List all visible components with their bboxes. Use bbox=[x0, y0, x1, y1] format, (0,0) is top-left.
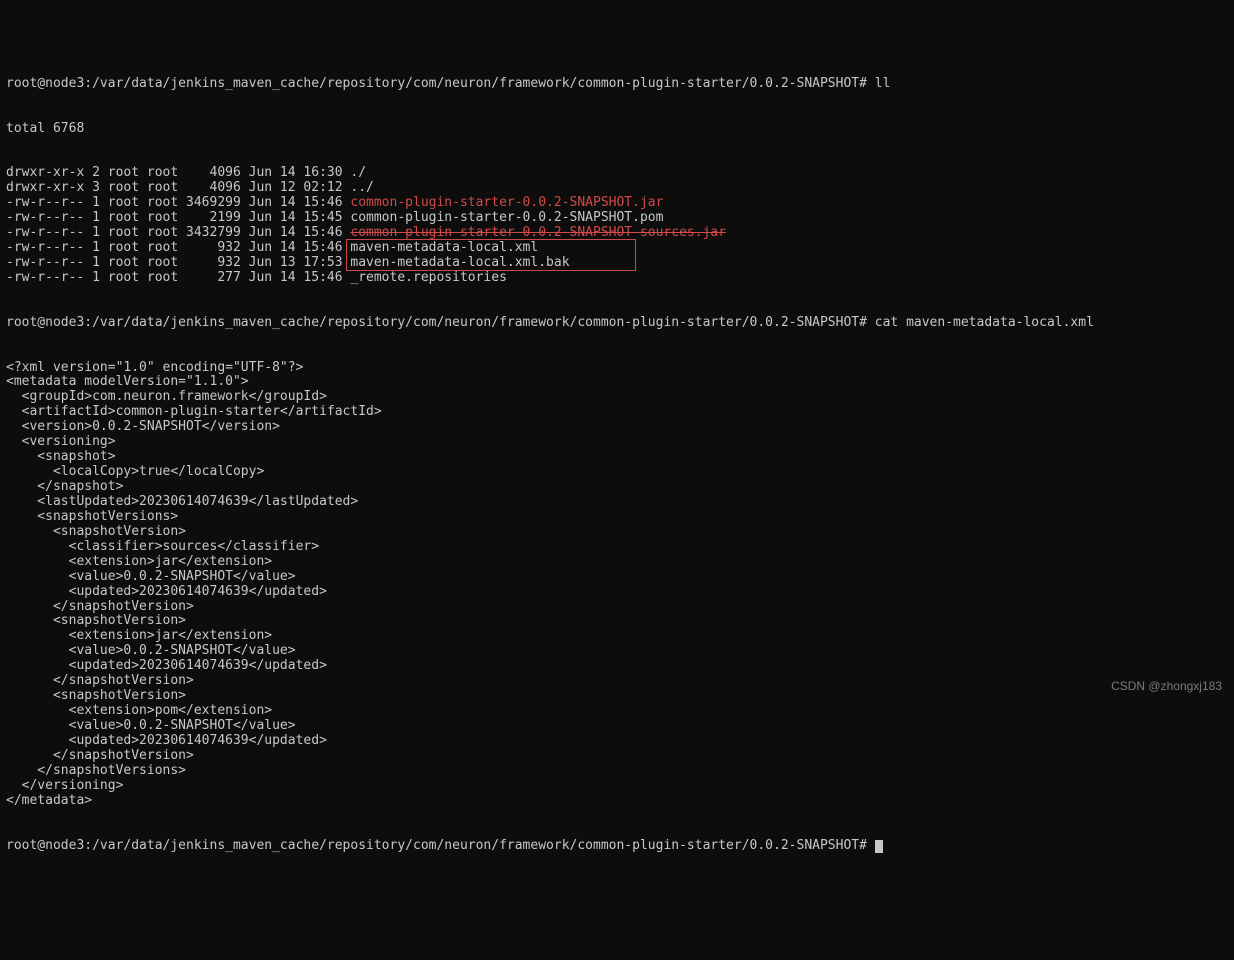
cmd-cat: cat maven-metadata-local.xml bbox=[875, 315, 1094, 330]
xml-line: </metadata> bbox=[6, 794, 1228, 809]
ls-row-meta: -rw-r--r-- 1 root root 3432799 Jun 14 15… bbox=[6, 225, 350, 240]
ls-row: -rw-r--r-- 1 root root 3432799 Jun 14 15… bbox=[6, 226, 1228, 241]
xml-line: <extension>jar</extension> bbox=[6, 629, 1228, 644]
xml-line: <extension>pom</extension> bbox=[6, 704, 1228, 719]
xml-line: <versioning> bbox=[6, 435, 1228, 450]
ls-filename: maven-metadata-local.xml.bak bbox=[350, 255, 569, 270]
ls-row: drwxr-xr-x 2 root root 4096 Jun 14 16:30… bbox=[6, 166, 1228, 181]
xml-line: <updated>20230614074639</updated> bbox=[6, 734, 1228, 749]
xml-line: </snapshotVersions> bbox=[6, 764, 1228, 779]
prompt-2: root@node3:/var/data/jenkins_maven_cache… bbox=[6, 315, 867, 330]
ls-filename: maven-metadata-local.xml bbox=[350, 240, 538, 255]
ls-row: -rw-r--r-- 1 root root 3469299 Jun 14 15… bbox=[6, 196, 1228, 211]
ls-row: -rw-r--r-- 1 root root 932 Jun 13 17:53 … bbox=[6, 256, 1228, 271]
ls-row: -rw-r--r-- 1 root root 277 Jun 14 15:46 … bbox=[6, 271, 1228, 286]
xml-line: <updated>20230614074639</updated> bbox=[6, 659, 1228, 674]
cursor bbox=[875, 840, 883, 853]
ls-row-meta: -rw-r--r-- 1 root root 2199 Jun 14 15:45 bbox=[6, 210, 350, 225]
ls-row-meta: -rw-r--r-- 1 root root 932 Jun 14 15:46 bbox=[6, 240, 350, 255]
xml-line: <snapshot> bbox=[6, 450, 1228, 465]
xml-line: <metadata modelVersion="1.1.0"> bbox=[6, 375, 1228, 390]
ls-filename: _remote.repositories bbox=[350, 270, 507, 285]
xml-line: <snapshotVersion> bbox=[6, 614, 1228, 629]
prompt-3: root@node3:/var/data/jenkins_maven_cache… bbox=[6, 838, 867, 853]
watermark: CSDN @zhongxj183 bbox=[1111, 680, 1222, 694]
xml-line: <version>0.0.2-SNAPSHOT</version> bbox=[6, 420, 1228, 435]
ls-row-meta: -rw-r--r-- 1 root root 932 Jun 13 17:53 bbox=[6, 255, 350, 270]
xml-line: <updated>20230614074639</updated> bbox=[6, 585, 1228, 600]
ls-filename: ../ bbox=[350, 180, 373, 195]
xml-line: <localCopy>true</localCopy> bbox=[6, 465, 1228, 480]
xml-line: <value>0.0.2-SNAPSHOT</value> bbox=[6, 719, 1228, 734]
total-line: total 6768 bbox=[6, 122, 1228, 137]
xml-line: <value>0.0.2-SNAPSHOT</value> bbox=[6, 644, 1228, 659]
ls-row-meta: -rw-r--r-- 1 root root 277 Jun 14 15:46 bbox=[6, 270, 350, 285]
ls-row: -rw-r--r-- 1 root root 932 Jun 14 15:46 … bbox=[6, 241, 1228, 256]
ls-row: drwxr-xr-x 3 root root 4096 Jun 12 02:12… bbox=[6, 181, 1228, 196]
xml-line: <classifier>sources</classifier> bbox=[6, 540, 1228, 555]
xml-line: <value>0.0.2-SNAPSHOT</value> bbox=[6, 570, 1228, 585]
xml-line: <?xml version="1.0" encoding="UTF-8"?> bbox=[6, 361, 1228, 376]
ls-row-meta: -rw-r--r-- 1 root root 3469299 Jun 14 15… bbox=[6, 195, 350, 210]
ls-filename: common-plugin-starter-0.0.2-SNAPSHOT.pom bbox=[350, 210, 663, 225]
xml-line: <snapshotVersion> bbox=[6, 689, 1228, 704]
terminal[interactable]: root@node3:/var/data/jenkins_maven_cache… bbox=[0, 47, 1234, 869]
xml-output: <?xml version="1.0" encoding="UTF-8"?><m… bbox=[6, 361, 1228, 809]
prompt-line-2: root@node3:/var/data/jenkins_maven_cache… bbox=[6, 316, 1228, 331]
ls-row-meta: drwxr-xr-x 3 root root 4096 Jun 12 02:12 bbox=[6, 180, 350, 195]
xml-line: <snapshotVersions> bbox=[6, 510, 1228, 525]
ls-listing: drwxr-xr-x 2 root root 4096 Jun 14 16:30… bbox=[6, 166, 1228, 286]
xml-line: </snapshot> bbox=[6, 480, 1228, 495]
prompt-line-3: root@node3:/var/data/jenkins_maven_cache… bbox=[6, 839, 1228, 854]
ls-row-meta: drwxr-xr-x 2 root root 4096 Jun 14 16:30 bbox=[6, 165, 350, 180]
xml-line: </versioning> bbox=[6, 779, 1228, 794]
xml-line: </snapshotVersion> bbox=[6, 600, 1228, 615]
xml-line: </snapshotVersion> bbox=[6, 674, 1228, 689]
xml-line: <extension>jar</extension> bbox=[6, 555, 1228, 570]
cmd-ll: ll bbox=[875, 76, 891, 91]
ls-row: -rw-r--r-- 1 root root 2199 Jun 14 15:45… bbox=[6, 211, 1228, 226]
ls-filename: common-plugin-starter-0.0.2-SNAPSHOT-sou… bbox=[350, 225, 726, 240]
xml-line: <snapshotVersion> bbox=[6, 525, 1228, 540]
ls-filename: ./ bbox=[350, 165, 366, 180]
xml-line: <lastUpdated>20230614074639</lastUpdated… bbox=[6, 495, 1228, 510]
xml-line: <artifactId>common-plugin-starter</artif… bbox=[6, 405, 1228, 420]
prompt-1: root@node3:/var/data/jenkins_maven_cache… bbox=[6, 76, 867, 91]
xml-line: <groupId>com.neuron.framework</groupId> bbox=[6, 390, 1228, 405]
xml-line: </snapshotVersion> bbox=[6, 749, 1228, 764]
prompt-line-1: root@node3:/var/data/jenkins_maven_cache… bbox=[6, 77, 1228, 92]
ls-filename: common-plugin-starter-0.0.2-SNAPSHOT.jar bbox=[350, 195, 663, 210]
